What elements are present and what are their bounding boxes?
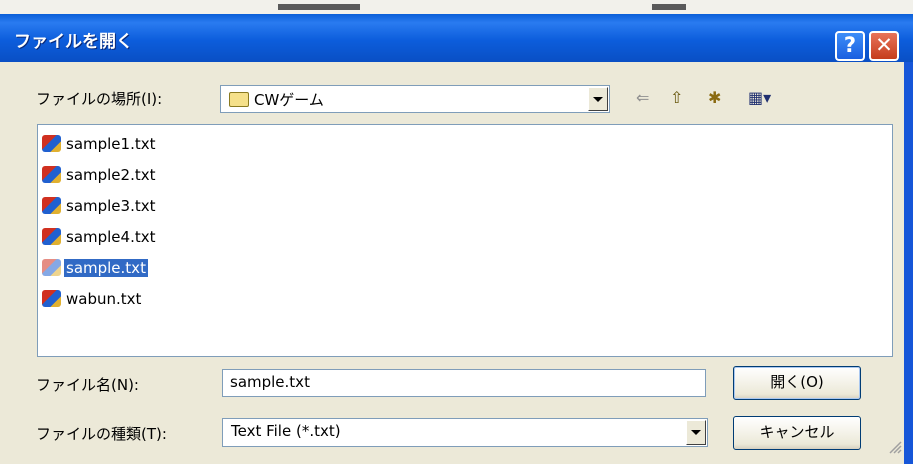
window-right-border xyxy=(904,62,913,464)
text-file-icon xyxy=(42,290,61,307)
window-title: ファイルを開く xyxy=(14,32,133,52)
background-window-strip xyxy=(0,0,913,14)
file-name: sample.txt xyxy=(64,259,148,277)
text-file-icon xyxy=(42,259,61,276)
filetype-value: Text File (*.txt) xyxy=(231,422,341,440)
filetype-dropdown-arrow[interactable] xyxy=(686,420,706,445)
filetype-dropdown[interactable]: Text File (*.txt) xyxy=(222,418,708,447)
text-file-icon xyxy=(42,197,61,214)
list-item[interactable]: sample4.txt xyxy=(42,228,158,252)
file-name: wabun.txt xyxy=(66,290,142,308)
resize-grip-icon[interactable] xyxy=(888,440,902,454)
view-menu-icon[interactable]: ▦▾ xyxy=(748,88,771,108)
file-name: sample1.txt xyxy=(66,135,156,153)
filename-input[interactable]: sample.txt xyxy=(222,369,706,397)
text-file-icon xyxy=(42,228,61,245)
folder-icon xyxy=(229,92,249,107)
look-in-dropdown[interactable]: CWゲーム xyxy=(220,85,610,113)
filetype-label: ファイルの種類(T): xyxy=(36,425,167,443)
text-file-icon xyxy=(42,166,61,183)
list-item[interactable]: wabun.txt xyxy=(42,290,143,314)
new-folder-icon[interactable]: ✱ xyxy=(708,88,721,108)
close-icon: ✕ xyxy=(875,33,893,57)
list-item-selected[interactable]: sample.txt xyxy=(42,259,148,283)
chevron-down-icon xyxy=(593,96,603,102)
look-in-dropdown-arrow[interactable] xyxy=(588,87,608,111)
file-name: sample4.txt xyxy=(66,228,156,246)
look-in-label: ファイルの場所(I): xyxy=(36,90,163,108)
chevron-down-icon xyxy=(691,430,701,435)
help-button[interactable]: ? xyxy=(835,31,865,61)
filename-label: ファイル名(N): xyxy=(36,376,139,394)
file-name: sample3.txt xyxy=(66,197,156,215)
list-item[interactable]: sample3.txt xyxy=(42,197,158,221)
background-column-divider xyxy=(278,4,360,10)
list-item[interactable]: sample2.txt xyxy=(42,166,158,190)
background-column-divider xyxy=(652,4,686,10)
look-in-value: CWゲーム xyxy=(254,91,324,109)
list-item[interactable]: sample1.txt xyxy=(42,135,158,159)
help-icon: ? xyxy=(843,33,857,57)
file-name: sample2.txt xyxy=(66,166,156,184)
text-file-icon xyxy=(42,135,61,152)
close-button[interactable]: ✕ xyxy=(869,31,899,61)
filename-value: sample.txt xyxy=(230,373,310,391)
title-bar[interactable]: ファイルを開く ? ✕ xyxy=(0,14,913,62)
file-list[interactable]: sample1.txt sample2.txt sample3.txt samp… xyxy=(37,124,893,357)
back-icon[interactable]: ⇐ xyxy=(636,88,649,108)
cancel-button[interactable]: キャンセル xyxy=(733,416,861,450)
open-button[interactable]: 開く(O) xyxy=(733,366,861,400)
up-folder-icon[interactable]: ⇧ xyxy=(670,88,683,108)
